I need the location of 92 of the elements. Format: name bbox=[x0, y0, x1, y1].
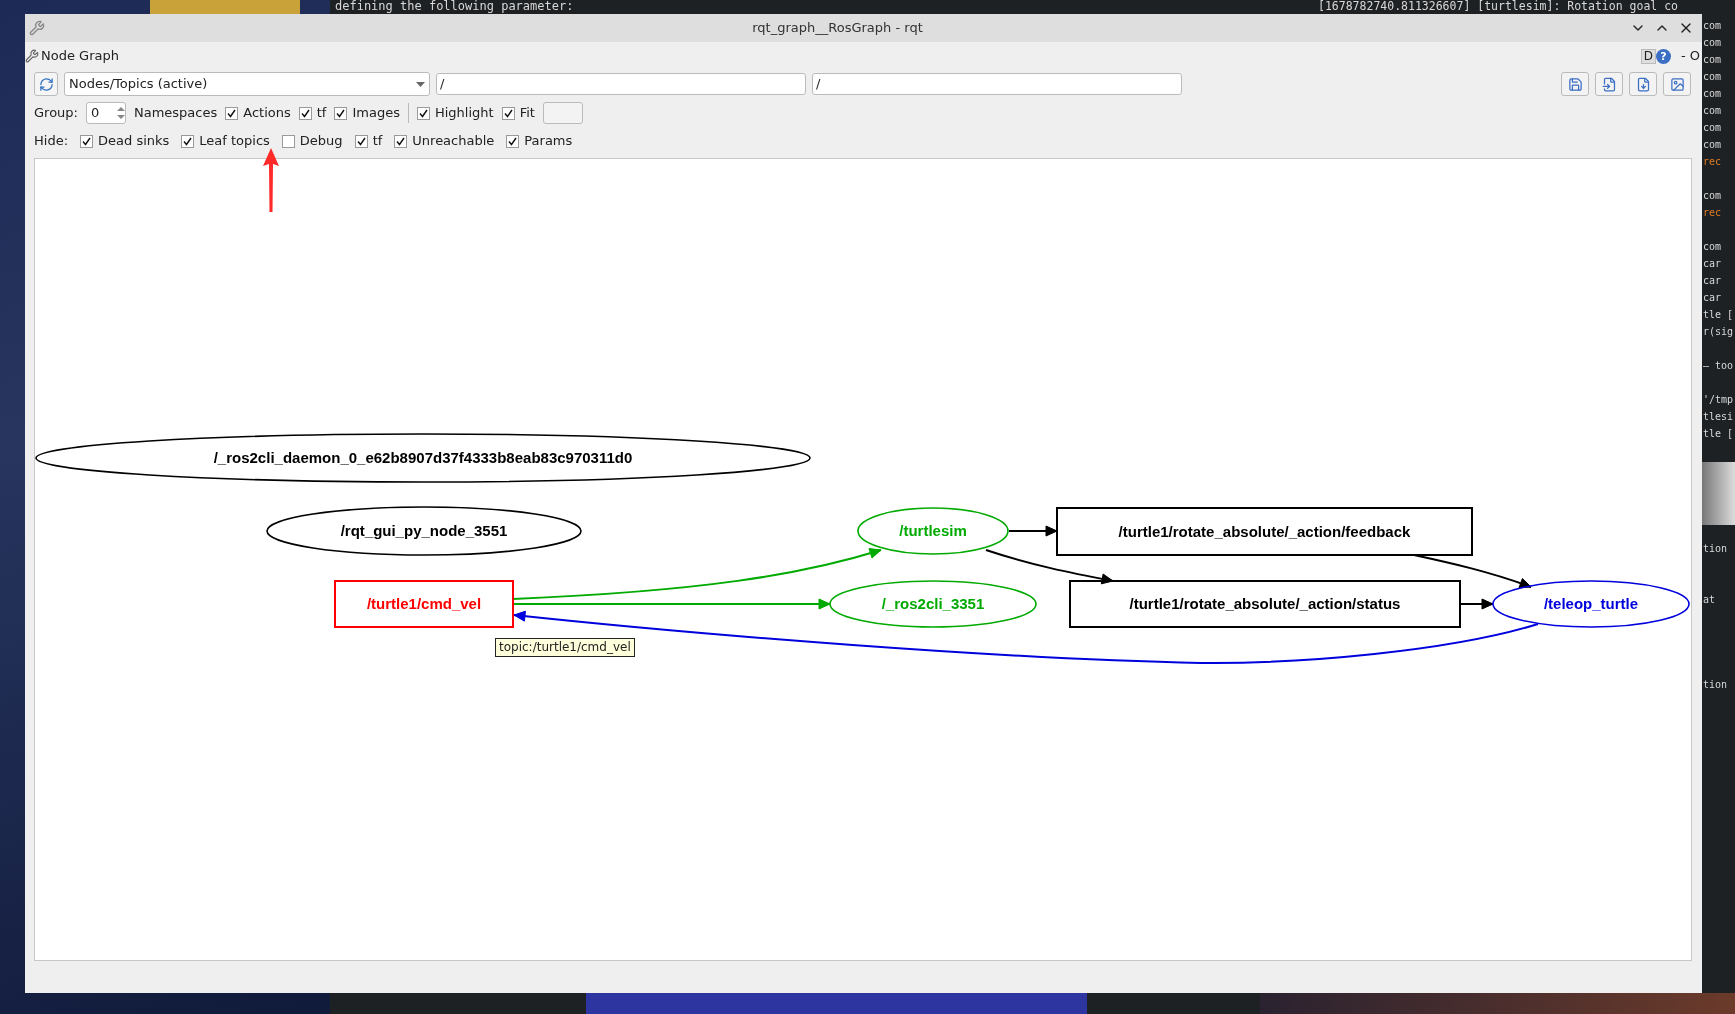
terminal-line: — too bbox=[1703, 359, 1735, 373]
node-ellipse[interactable] bbox=[1492, 580, 1690, 628]
terminal-line: com bbox=[1703, 240, 1723, 254]
checkbox-label: Debug bbox=[299, 132, 343, 151]
checkbox[interactable] bbox=[181, 134, 195, 148]
terminal-line: [1678782740.811326607] [turtlesim]: Rotation goal co bbox=[1318, 0, 1679, 13]
hide-label: Hide: bbox=[34, 132, 69, 151]
terminal-line: tle [ bbox=[1703, 308, 1735, 322]
tooltip: topic:/turtle1/cmd_vel bbox=[495, 638, 635, 657]
color-swatch-button[interactable] bbox=[542, 102, 583, 124]
terminal-line: com bbox=[1703, 138, 1723, 152]
window-controls[interactable]: - O bbox=[1680, 46, 1700, 66]
checkbox-label: tf bbox=[316, 104, 327, 123]
checkbox-label: Unreachable bbox=[412, 132, 495, 151]
terminal-line: com bbox=[1703, 19, 1723, 33]
terminal-line: car bbox=[1703, 291, 1723, 305]
node-ellipse[interactable] bbox=[829, 580, 1037, 628]
checkbox-label: Fit bbox=[519, 104, 535, 123]
export-button[interactable] bbox=[1629, 72, 1657, 96]
checkbox-label: Images bbox=[352, 104, 400, 123]
namespaces-label: Namespaces bbox=[133, 104, 218, 123]
load-dot-button[interactable] bbox=[1595, 72, 1623, 96]
terminal-line: com bbox=[1703, 70, 1723, 84]
terminal-line: tion bbox=[1703, 542, 1729, 556]
topic-filter-field[interactable]: / bbox=[812, 73, 1182, 95]
checkbox[interactable] bbox=[80, 134, 94, 148]
topic-box[interactable] bbox=[1056, 507, 1473, 556]
checkbox-label: tf bbox=[372, 132, 383, 151]
terminal-line: tle [ bbox=[1703, 427, 1735, 441]
terminal-line: tion bbox=[1703, 678, 1729, 692]
group-spinbox[interactable]: 0 bbox=[85, 102, 126, 124]
checkbox[interactable] bbox=[334, 106, 348, 120]
refresh-icon bbox=[38, 76, 54, 92]
checkbox[interactable] bbox=[394, 134, 408, 148]
window-title: rqt_graph__RosGraph - rqt bbox=[751, 19, 924, 38]
mode-dropdown[interactable]: Nodes/Topics (active) bbox=[64, 72, 430, 96]
terminal-line: com bbox=[1703, 104, 1723, 118]
terminal-line: com bbox=[1703, 36, 1723, 50]
save-dot-button[interactable] bbox=[1561, 72, 1589, 96]
node-ellipse[interactable] bbox=[266, 506, 582, 556]
terminal-line: at bbox=[1703, 593, 1717, 607]
save-icon bbox=[1567, 76, 1583, 92]
file-import-icon bbox=[1601, 76, 1617, 92]
node-label: /teleop_turtle bbox=[1543, 595, 1639, 612]
node-label: /turtlesim bbox=[899, 522, 967, 539]
checkbox-label: Leaf topics bbox=[199, 132, 270, 151]
terminal-line: rec bbox=[1703, 155, 1723, 169]
checkbox[interactable] bbox=[225, 106, 239, 120]
save-image-button[interactable] bbox=[1663, 72, 1691, 96]
annotation-arrow bbox=[263, 148, 279, 212]
checkbox-label: Highlight bbox=[434, 104, 494, 123]
terminal-line: '/tmp bbox=[1703, 393, 1735, 407]
checkbox[interactable] bbox=[281, 134, 295, 148]
scrollbar-band bbox=[1702, 462, 1735, 525]
d-button[interactable]: D bbox=[1640, 48, 1656, 64]
checkbox-label: Actions bbox=[243, 104, 291, 123]
tools-icon bbox=[29, 20, 45, 36]
checkbox-label: Params bbox=[524, 132, 573, 151]
terminal-line: tlesi bbox=[1703, 410, 1735, 424]
terminal-line: com bbox=[1703, 87, 1723, 101]
refresh-button[interactable] bbox=[34, 72, 58, 96]
terminal-line: r(sig bbox=[1703, 325, 1735, 339]
spin-arrows-icon[interactable] bbox=[116, 106, 125, 120]
node-label: /turtle1/cmd_vel bbox=[366, 595, 482, 612]
node-filter-field[interactable]: / bbox=[436, 73, 806, 95]
terminal-line: defining the following parameter: bbox=[335, 0, 574, 13]
node-ellipse[interactable] bbox=[857, 507, 1009, 555]
node-ellipse[interactable] bbox=[35, 433, 811, 483]
terminal-line: com bbox=[1703, 189, 1723, 203]
terminal-line: com bbox=[1703, 121, 1723, 135]
node-label: /_ros2cli_3351 bbox=[881, 595, 985, 612]
node-label: /turtle1/rotate_absolute/_action/status bbox=[1129, 595, 1401, 612]
checkbox[interactable] bbox=[501, 106, 515, 120]
file-download-icon bbox=[1635, 76, 1651, 92]
caret-icon bbox=[416, 81, 425, 87]
plugin-title: Node Graph bbox=[41, 47, 119, 66]
checkbox-label: Dead sinks bbox=[98, 132, 170, 151]
image-icon bbox=[1669, 76, 1685, 92]
node-label: /_ros2cli_daemon_0_e62b8907d37f4333b8eab83c970311d0 bbox=[213, 449, 633, 466]
checkbox[interactable] bbox=[416, 106, 430, 120]
terminal-line: car bbox=[1703, 257, 1723, 271]
checkbox[interactable] bbox=[354, 134, 368, 148]
node-label: /turtle1/rotate_absolute/_action/feedback bbox=[1118, 522, 1411, 540]
terminal-line: com bbox=[1703, 53, 1723, 67]
checkbox[interactable] bbox=[298, 106, 312, 120]
topic-box[interactable] bbox=[1069, 580, 1461, 628]
group-label: Group: bbox=[34, 104, 78, 123]
terminal-line: car bbox=[1703, 274, 1723, 288]
checkbox[interactable] bbox=[506, 134, 520, 148]
node-label: /rqt_gui_py_node_3551 bbox=[340, 522, 508, 539]
tools-icon bbox=[25, 49, 39, 63]
terminal-line: rec bbox=[1703, 206, 1723, 220]
